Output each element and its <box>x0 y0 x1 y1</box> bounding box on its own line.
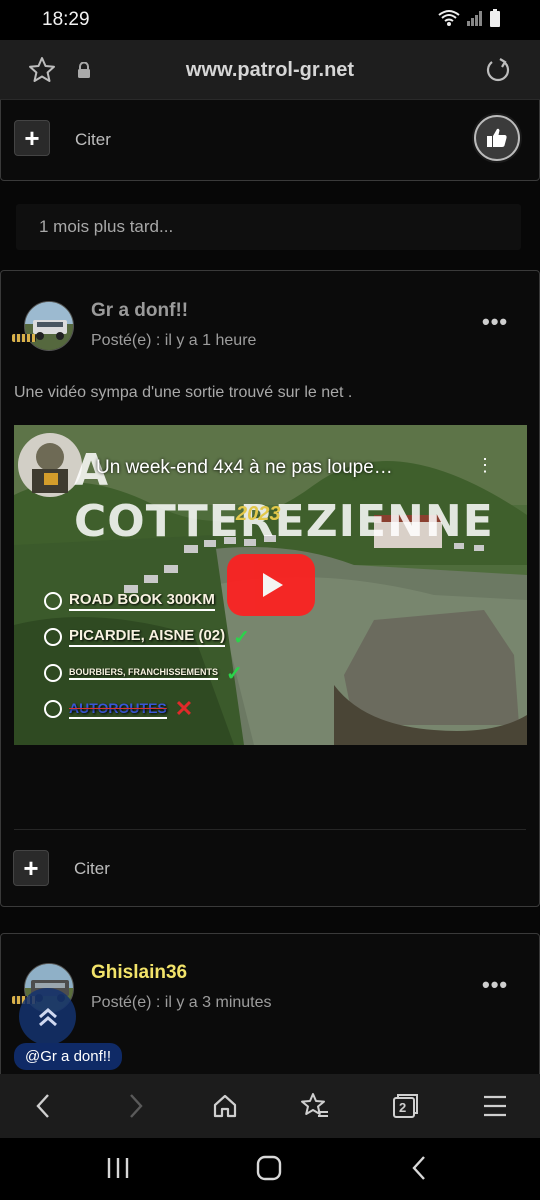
double-chevron-up-icon <box>38 1007 57 1026</box>
page-content: + Citer 1 mois plus tard... Gr a donf!! <box>0 100 540 1074</box>
avatar-image <box>25 302 73 350</box>
circle-icon <box>44 664 62 682</box>
circle-icon <box>44 592 62 610</box>
reload-icon[interactable] <box>484 56 512 84</box>
status-bar: 18:29 <box>0 0 540 40</box>
circle-icon <box>44 700 62 718</box>
time-separator: 1 mois plus tard... <box>16 204 521 250</box>
checklist-text: PICARDIE, AISNE (02) <box>69 627 226 647</box>
avatar[interactable] <box>24 301 74 351</box>
tab-count: 2 <box>399 1100 407 1115</box>
post-divider <box>14 829 526 830</box>
thumbs-up-icon <box>487 128 507 147</box>
video-embed[interactable]: A COTTEREZIENNE Un week-end 4x4 à ne pas… <box>14 425 527 745</box>
checklist-item: PICARDIE, AISNE (02) ✓ <box>44 619 250 655</box>
url-text[interactable]: www.patrol-gr.net <box>0 59 540 82</box>
time-separator-text: 1 mois plus tard... <box>39 217 174 236</box>
tabs-button[interactable]: 2 <box>391 1092 419 1120</box>
like-button[interactable] <box>474 115 520 161</box>
video-checklist: ROAD BOOK 300KM PICARDIE, AISNE (02) ✓ B… <box>44 583 250 727</box>
wifi-icon <box>438 10 460 26</box>
post-author[interactable]: Gr a donf!! <box>91 300 188 322</box>
checklist-item: BOURBIERS, FRANCHISSEMENTS ✓ <box>44 655 250 691</box>
checklist-item: AUTOROUTES ✕ <box>44 691 250 727</box>
post-date[interactable]: Posté(e) : il y a 1 heure <box>91 332 256 350</box>
mention-tag[interactable]: @Gr a donf!! <box>14 1043 123 1070</box>
status-icons <box>438 9 500 27</box>
video-year: 2023 <box>236 503 281 525</box>
home-nav-icon[interactable] <box>256 1155 282 1181</box>
system-navigation-bar <box>0 1138 540 1200</box>
post-author[interactable]: Ghislain36 <box>91 962 187 984</box>
check-icon: ✓ <box>226 662 243 685</box>
recent-apps-icon[interactable] <box>105 1156 131 1180</box>
status-time: 18:29 <box>42 9 90 30</box>
menu-icon[interactable] <box>482 1092 508 1120</box>
browser-toolbar: 2 <box>0 1074 540 1138</box>
post-options-icon[interactable]: ••• <box>482 972 508 998</box>
previous-post-card: + Citer <box>0 100 540 181</box>
checklist-item: ROAD BOOK 300KM <box>44 583 250 619</box>
post-date[interactable]: Posté(e) : il y a 3 minutes <box>91 994 272 1012</box>
cite-button[interactable]: Citer <box>75 130 111 150</box>
multiquote-plus-button[interactable]: + <box>14 120 50 156</box>
multiquote-plus-button[interactable]: + <box>13 850 49 886</box>
circle-icon <box>44 628 62 646</box>
back-nav-icon[interactable] <box>408 1155 432 1181</box>
cross-icon: ✕ <box>174 696 194 721</box>
checklist-text: ROAD BOOK 300KM <box>69 591 215 611</box>
cite-button[interactable]: Citer <box>74 859 110 879</box>
scroll-to-top-button[interactable] <box>19 988 76 1045</box>
checklist-text: BOURBIERS, FRANCHISSEMENTS <box>69 667 219 680</box>
home-icon[interactable] <box>211 1092 239 1120</box>
address-bar: www.patrol-gr.net <box>0 40 540 100</box>
signal-icon <box>467 11 482 26</box>
checklist-text: AUTOROUTES <box>69 700 167 719</box>
post-body: Une vidéo sympa d'une sortie trouvé sur … <box>14 384 353 401</box>
video-title[interactable]: Un week-end 4x4 à ne pas loupe… <box>96 457 393 479</box>
video-more-icon[interactable]: ⋮ <box>476 455 494 476</box>
battery-icon <box>490 9 500 27</box>
play-icon <box>263 573 283 597</box>
check-icon: ✓ <box>233 626 250 649</box>
forward-arrow-icon[interactable] <box>122 1092 148 1120</box>
post-options-icon[interactable]: ••• <box>482 309 508 335</box>
bookmarks-icon[interactable] <box>300 1092 330 1120</box>
rank-badge <box>12 334 36 342</box>
back-arrow-icon[interactable] <box>31 1092 57 1120</box>
